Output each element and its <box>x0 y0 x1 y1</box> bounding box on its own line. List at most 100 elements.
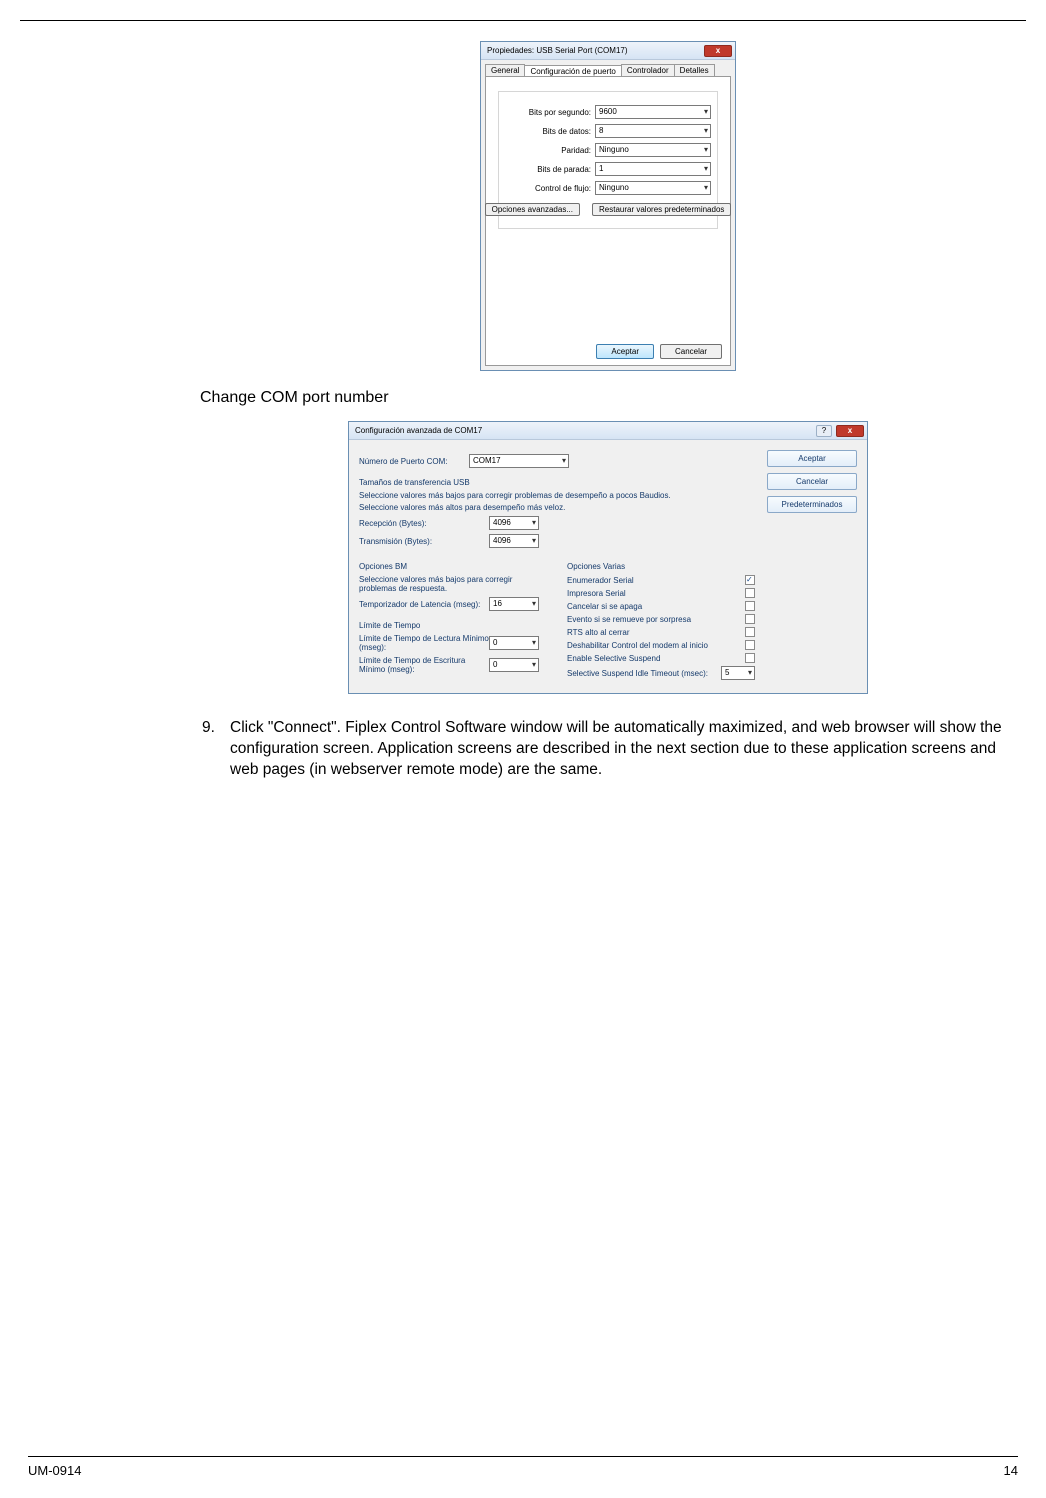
checkbox[interactable] <box>745 575 755 585</box>
select-databits[interactable]: 8 <box>595 124 711 138</box>
label-rx: Recepción (Bytes): <box>359 519 489 528</box>
misc-row: Enable Selective Suspend <box>567 653 755 663</box>
label-com-port: Número de Puerto COM: <box>359 457 469 466</box>
misc-label: Evento si se remueve por sorpresa <box>567 615 691 624</box>
select-parity[interactable]: Ninguno <box>595 143 711 157</box>
close-icon[interactable]: x <box>704 45 732 57</box>
select-read-timeout[interactable]: 0 <box>489 636 539 650</box>
defaults-button[interactable]: Predeterminados <box>767 496 857 513</box>
dialog2-col-right: Opciones Varias Enumerador Serial Impreso… <box>567 552 755 683</box>
row-latency: Temporizador de Latencia (mseg): 16 <box>359 597 547 611</box>
row-com-port: Número de Puerto COM: COM17 <box>359 454 755 468</box>
label-tx: Transmisión (Bytes): <box>359 537 489 546</box>
footer-row: UM-0914 14 <box>28 1463 1018 1478</box>
label-flow: Control de flujo: <box>505 184 595 193</box>
dialog2-right-buttons: Aceptar Cancelar Predeterminados <box>767 450 857 683</box>
row-flow: Control de flujo: Ninguno <box>505 181 711 195</box>
dialog2-title: Configuración avanzada de COM17 <box>355 426 482 435</box>
dialog1-titlebar: Propiedades: USB Serial Port (COM17) x <box>481 42 735 60</box>
cancel-button[interactable]: Cancelar <box>660 344 722 359</box>
misc-header: Opciones Varias <box>567 562 755 571</box>
row-write-timeout: Límite de Tiempo de Escritura Mínimo (ms… <box>359 656 547 674</box>
dialog2-columns: Opciones BM Seleccione valores más bajos… <box>359 552 755 683</box>
checkbox[interactable] <box>745 588 755 598</box>
page-footer: UM-0914 14 <box>0 1456 1046 1478</box>
advanced-config-dialog: Configuración avanzada de COM17 ? x Núme… <box>348 421 868 694</box>
misc-row: RTS alto al cerrar <box>567 627 755 637</box>
accept-button[interactable]: Aceptar <box>767 450 857 467</box>
misc-label: Impresora Serial <box>567 589 626 598</box>
caption: Change COM port number <box>200 389 1016 407</box>
checkbox[interactable] <box>745 653 755 663</box>
select-bps[interactable]: 9600 <box>595 105 711 119</box>
checkbox[interactable] <box>745 640 755 650</box>
tab-general[interactable]: General <box>485 64 525 76</box>
content-area: Propiedades: USB Serial Port (COM17) x G… <box>0 21 1046 781</box>
usb-transfer-header: Tamaños de transferencia USB <box>359 478 755 487</box>
bm-header: Opciones BM <box>359 562 547 571</box>
help-icon[interactable]: ? <box>816 425 832 437</box>
footer-rule <box>28 1456 1018 1457</box>
dialog2-body: Número de Puerto COM: COM17 Tamaños de t… <box>349 440 867 693</box>
tab-driver[interactable]: Controlador <box>621 64 675 76</box>
misc-label: Enumerador Serial <box>567 576 634 585</box>
select-ss-idle[interactable]: 5 <box>721 666 755 680</box>
dialog1-panel: Bits por segundo: 9600 Bits de datos: 8 … <box>485 76 731 366</box>
dialog1-tabs: General Configuración de puerto Controla… <box>481 60 735 76</box>
label-latency: Temporizador de Latencia (mseg): <box>359 600 489 609</box>
close-icon[interactable]: x <box>836 425 864 437</box>
dialog1-footer: Aceptar Cancelar <box>596 344 722 359</box>
select-write-timeout[interactable]: 0 <box>489 658 539 672</box>
select-rx[interactable]: 4096 <box>489 516 539 530</box>
footer-doc-id: UM-0914 <box>28 1463 81 1478</box>
checkbox[interactable] <box>745 601 755 611</box>
label-databits: Bits de datos: <box>505 127 595 136</box>
misc-label: RTS alto al cerrar <box>567 628 630 637</box>
dialog1-title: Propiedades: USB Serial Port (COM17) <box>487 46 628 55</box>
select-com-port[interactable]: COM17 <box>469 454 569 468</box>
row-ss-idle: Selective Suspend Idle Timeout (msec): 5 <box>567 666 755 680</box>
port-settings-group: Bits por segundo: 9600 Bits de datos: 8 … <box>498 91 718 229</box>
bm-line: Seleccione valores más bajos para correg… <box>359 575 547 593</box>
row-rx: Recepción (Bytes): 4096 <box>359 516 755 530</box>
select-stopbits[interactable]: 1 <box>595 162 711 176</box>
step-number: 9. <box>200 718 230 781</box>
label-parity: Paridad: <box>505 146 595 155</box>
dialog2-titlebar: Configuración avanzada de COM17 ? x <box>349 422 867 440</box>
misc-row: Deshabilitar Control del modem al inicio <box>567 640 755 650</box>
misc-label: Cancelar si se apaga <box>567 602 642 611</box>
cancel-button[interactable]: Cancelar <box>767 473 857 490</box>
dialog2-col-left: Opciones BM Seleccione valores más bajos… <box>359 552 547 683</box>
dialog1-btnrow: Opciones avanzadas... Restaurar valores … <box>505 203 711 216</box>
select-flow[interactable]: Ninguno <box>595 181 711 195</box>
usb-line2: Seleccione valores más altos para desemp… <box>359 503 755 512</box>
misc-label: Deshabilitar Control del modem al inicio <box>567 641 708 650</box>
port-properties-dialog: Propiedades: USB Serial Port (COM17) x G… <box>480 41 736 371</box>
label-ss-idle: Selective Suspend Idle Timeout (msec): <box>567 669 708 678</box>
restore-defaults-button[interactable]: Restaurar valores predeterminados <box>592 203 731 216</box>
tab-details[interactable]: Detalles <box>674 64 715 76</box>
row-read-timeout: Límite de Tiempo de Lectura Mínimo (mseg… <box>359 634 547 652</box>
label-read-timeout: Límite de Tiempo de Lectura Mínimo (mseg… <box>359 634 489 652</box>
step-text: Click "Connect". Fiplex Control Software… <box>230 718 1016 781</box>
row-parity: Paridad: Ninguno <box>505 143 711 157</box>
time-limit-header: Límite de Tiempo <box>359 621 547 630</box>
dialog2-left: Número de Puerto COM: COM17 Tamaños de t… <box>359 450 755 683</box>
checkbox[interactable] <box>745 614 755 624</box>
misc-list: Enumerador Serial Impresora Serial Cancela… <box>567 575 755 663</box>
step-9: 9. Click "Connect". Fiplex Control Softw… <box>200 718 1016 781</box>
label-write-timeout: Límite de Tiempo de Escritura Mínimo (ms… <box>359 656 489 674</box>
usb-line1: Seleccione valores más bajos para correg… <box>359 491 755 500</box>
select-latency[interactable]: 16 <box>489 597 539 611</box>
row-bps: Bits por segundo: 9600 <box>505 105 711 119</box>
row-stopbits: Bits de parada: 1 <box>505 162 711 176</box>
row-tx: Transmisión (Bytes): 4096 <box>359 534 755 548</box>
misc-row: Cancelar si se apaga <box>567 601 755 611</box>
advanced-button[interactable]: Opciones avanzadas... <box>485 203 580 216</box>
misc-row: Evento si se remueve por sorpresa <box>567 614 755 624</box>
checkbox[interactable] <box>745 627 755 637</box>
select-tx[interactable]: 4096 <box>489 534 539 548</box>
misc-row: Impresora Serial <box>567 588 755 598</box>
misc-row: Enumerador Serial <box>567 575 755 585</box>
accept-button[interactable]: Aceptar <box>596 344 654 359</box>
